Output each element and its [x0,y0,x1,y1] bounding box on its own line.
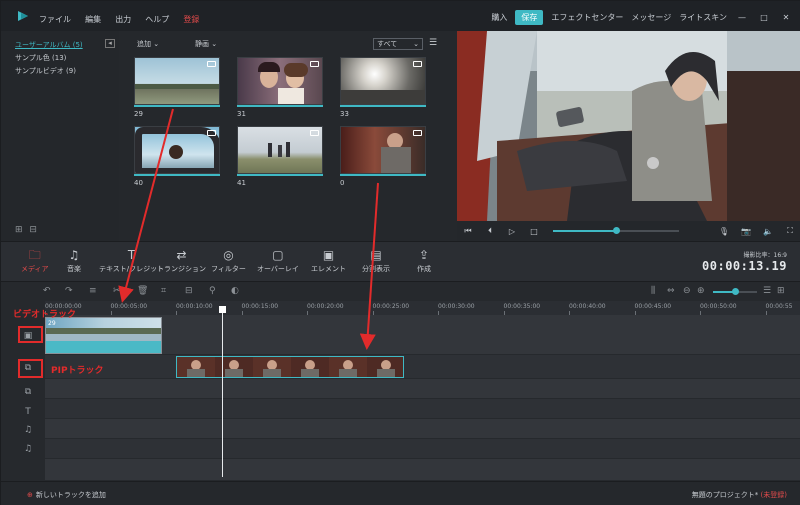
arrow-to-pip-track [359,182,379,350]
add-track-button[interactable]: ⊕ 新しいトラックを追加 [27,490,106,500]
project-name: 無題のプロジェクト* (未登録) [691,491,787,499]
bottom-bar: ⊕ 新しいトラックを追加 無題のプロジェクト* (未登録) [1,481,800,505]
annotation-arrows [118,108,379,350]
arrow-to-video-track [118,108,174,303]
app-window: ファイル 編集 出力 ヘルプ 登録 購入 保存 エフェクトセンター メッセージ … [0,0,800,505]
add-icon: ⊕ [27,491,33,499]
